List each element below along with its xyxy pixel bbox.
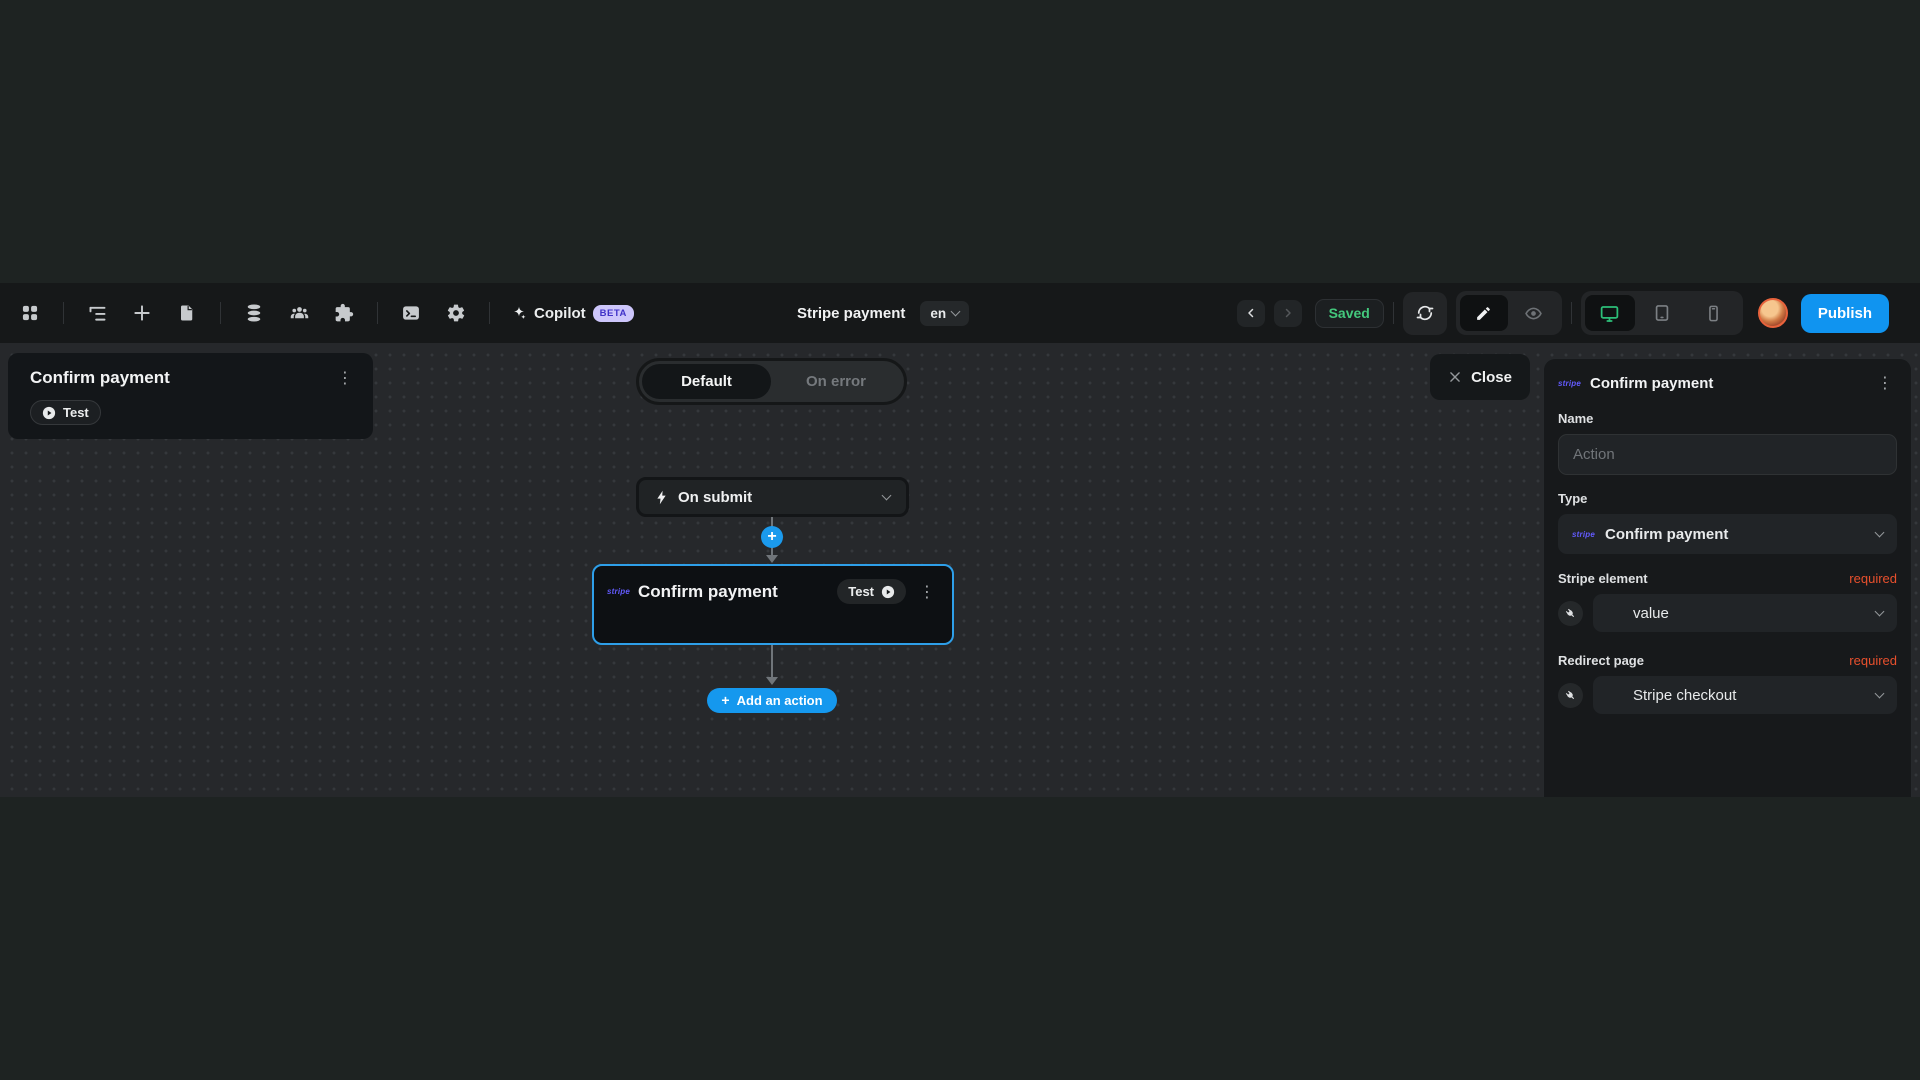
connector-line [771, 645, 773, 679]
lightning-bolt-icon [655, 490, 668, 505]
stripe-element-value: value [1633, 605, 1669, 622]
locale-select[interactable]: en [920, 301, 969, 326]
tab-on-error-label: On error [806, 373, 866, 390]
toolbar-left-icons: Copilot BETA [0, 301, 634, 325]
name-label: Name [1558, 411, 1897, 426]
trigger-label: On submit [678, 489, 752, 506]
name-input[interactable] [1558, 434, 1897, 475]
action-node-title: Confirm payment [638, 582, 778, 602]
chevron-down-icon [1875, 607, 1885, 617]
copilot-button[interactable]: Copilot BETA [511, 305, 634, 322]
action-node-menu-icon[interactable]: ⋮ [915, 582, 939, 602]
undo-button[interactable] [1237, 300, 1265, 327]
saved-status-badge: Saved [1315, 299, 1384, 328]
workflow-card-menu-icon[interactable]: ⋮ [333, 368, 357, 388]
dashboard-grid-icon[interactable] [18, 301, 42, 325]
add-action-button[interactable]: + Add an action [707, 688, 837, 713]
plugins-icon[interactable] [332, 301, 356, 325]
sync-refresh-button[interactable] [1403, 292, 1447, 335]
chevron-down-icon [882, 491, 892, 501]
users-icon[interactable] [287, 301, 311, 325]
terminal-icon[interactable] [399, 301, 423, 325]
toolbar-divider [1393, 302, 1394, 324]
close-workflow-button[interactable]: Close [1430, 354, 1530, 400]
play-circle-icon [881, 585, 895, 599]
saved-status-text: Saved [1329, 305, 1370, 321]
beta-badge: BETA [593, 305, 634, 322]
toolbar-center: Stripe payment en [797, 283, 969, 343]
toolbar-divider [1571, 302, 1572, 324]
panel-title: Confirm payment [1590, 375, 1713, 392]
data-sources-icon[interactable] [242, 301, 266, 325]
tablet-view-button[interactable] [1637, 295, 1687, 331]
toolbar-right: Saved Publish [1237, 283, 1889, 343]
stripe-logo-icon: stripe [1572, 530, 1595, 539]
connector-arrow [766, 555, 778, 563]
redirect-page-value: Stripe checkout [1633, 687, 1736, 704]
user-avatar[interactable] [1758, 298, 1788, 328]
layers-tree-icon[interactable] [85, 301, 109, 325]
connector-arrow [766, 677, 778, 685]
redirect-required-badge: required [1849, 653, 1897, 668]
workflow-summary-card[interactable]: Confirm payment ⋮ Test [8, 353, 373, 439]
play-circle-icon [42, 406, 56, 420]
stripe-logo-icon: stripe [607, 587, 630, 596]
workflow-card-title: Confirm payment [30, 368, 170, 388]
redirect-page-label: Redirect page [1558, 653, 1644, 668]
tab-default[interactable]: Default [642, 364, 771, 399]
top-toolbar: Copilot BETA Stripe payment en Saved [0, 283, 1920, 343]
desktop-view-button[interactable] [1585, 295, 1635, 331]
device-toggle-group [1581, 291, 1743, 335]
pages-icon[interactable] [175, 301, 199, 325]
redo-button[interactable] [1274, 300, 1302, 327]
close-label: Close [1471, 369, 1512, 386]
workflow-test-button[interactable]: Test [30, 400, 101, 425]
tab-on-error[interactable]: On error [771, 373, 901, 390]
workflow-test-label: Test [63, 405, 89, 420]
stripe-element-label: Stripe element [1558, 571, 1648, 586]
tab-default-label: Default [681, 373, 732, 390]
chevron-down-icon [1875, 689, 1885, 699]
preview-mode-button[interactable] [1510, 295, 1558, 331]
sparkle-icon [511, 305, 527, 321]
action-node-confirm-payment[interactable]: stripe Confirm payment Test ⋮ [592, 564, 954, 645]
action-node-test-label: Test [848, 584, 874, 599]
toolbar-divider [377, 302, 378, 324]
stripe-logo-icon: stripe [1558, 379, 1581, 388]
type-select[interactable]: stripe Confirm payment [1558, 514, 1897, 554]
bind-data-button[interactable] [1558, 601, 1583, 626]
type-value: Confirm payment [1605, 526, 1728, 543]
toolbar-divider [220, 302, 221, 324]
chevron-down-icon [951, 307, 961, 317]
action-node-test-button[interactable]: Test [837, 579, 906, 604]
branch-tabs: Default On error [636, 358, 907, 405]
panel-header: stripe Confirm payment ⋮ [1558, 373, 1897, 393]
toolbar-divider [63, 302, 64, 324]
type-label: Type [1558, 491, 1897, 506]
copilot-label: Copilot [534, 305, 586, 322]
plus-icon: + [721, 693, 729, 707]
insert-action-button[interactable]: + [761, 526, 783, 548]
mode-toggle-group [1456, 291, 1562, 335]
toolbar-divider [489, 302, 490, 324]
edit-mode-button[interactable] [1460, 295, 1508, 331]
add-element-icon[interactable] [130, 301, 154, 325]
trigger-select[interactable]: On submit [636, 477, 909, 517]
chevron-down-icon [1875, 528, 1885, 538]
publish-button[interactable]: Publish [1801, 294, 1889, 333]
add-action-label: Add an action [737, 693, 823, 708]
stripe-element-select[interactable]: value [1593, 594, 1897, 632]
project-title: Stripe payment [797, 305, 905, 322]
close-icon [1448, 370, 1462, 384]
panel-menu-icon[interactable]: ⋮ [1873, 373, 1897, 393]
action-config-panel: stripe Confirm payment ⋮ Name Type strip… [1543, 358, 1912, 797]
bind-data-button[interactable] [1558, 683, 1583, 708]
workflow-canvas[interactable]: Confirm payment ⋮ Test Default On error … [0, 343, 1920, 797]
mobile-view-button[interactable] [1689, 295, 1739, 331]
settings-gear-icon[interactable] [444, 301, 468, 325]
locale-value: en [930, 306, 946, 321]
stripe-element-required-badge: required [1849, 571, 1897, 586]
redirect-page-select[interactable]: Stripe checkout [1593, 676, 1897, 714]
